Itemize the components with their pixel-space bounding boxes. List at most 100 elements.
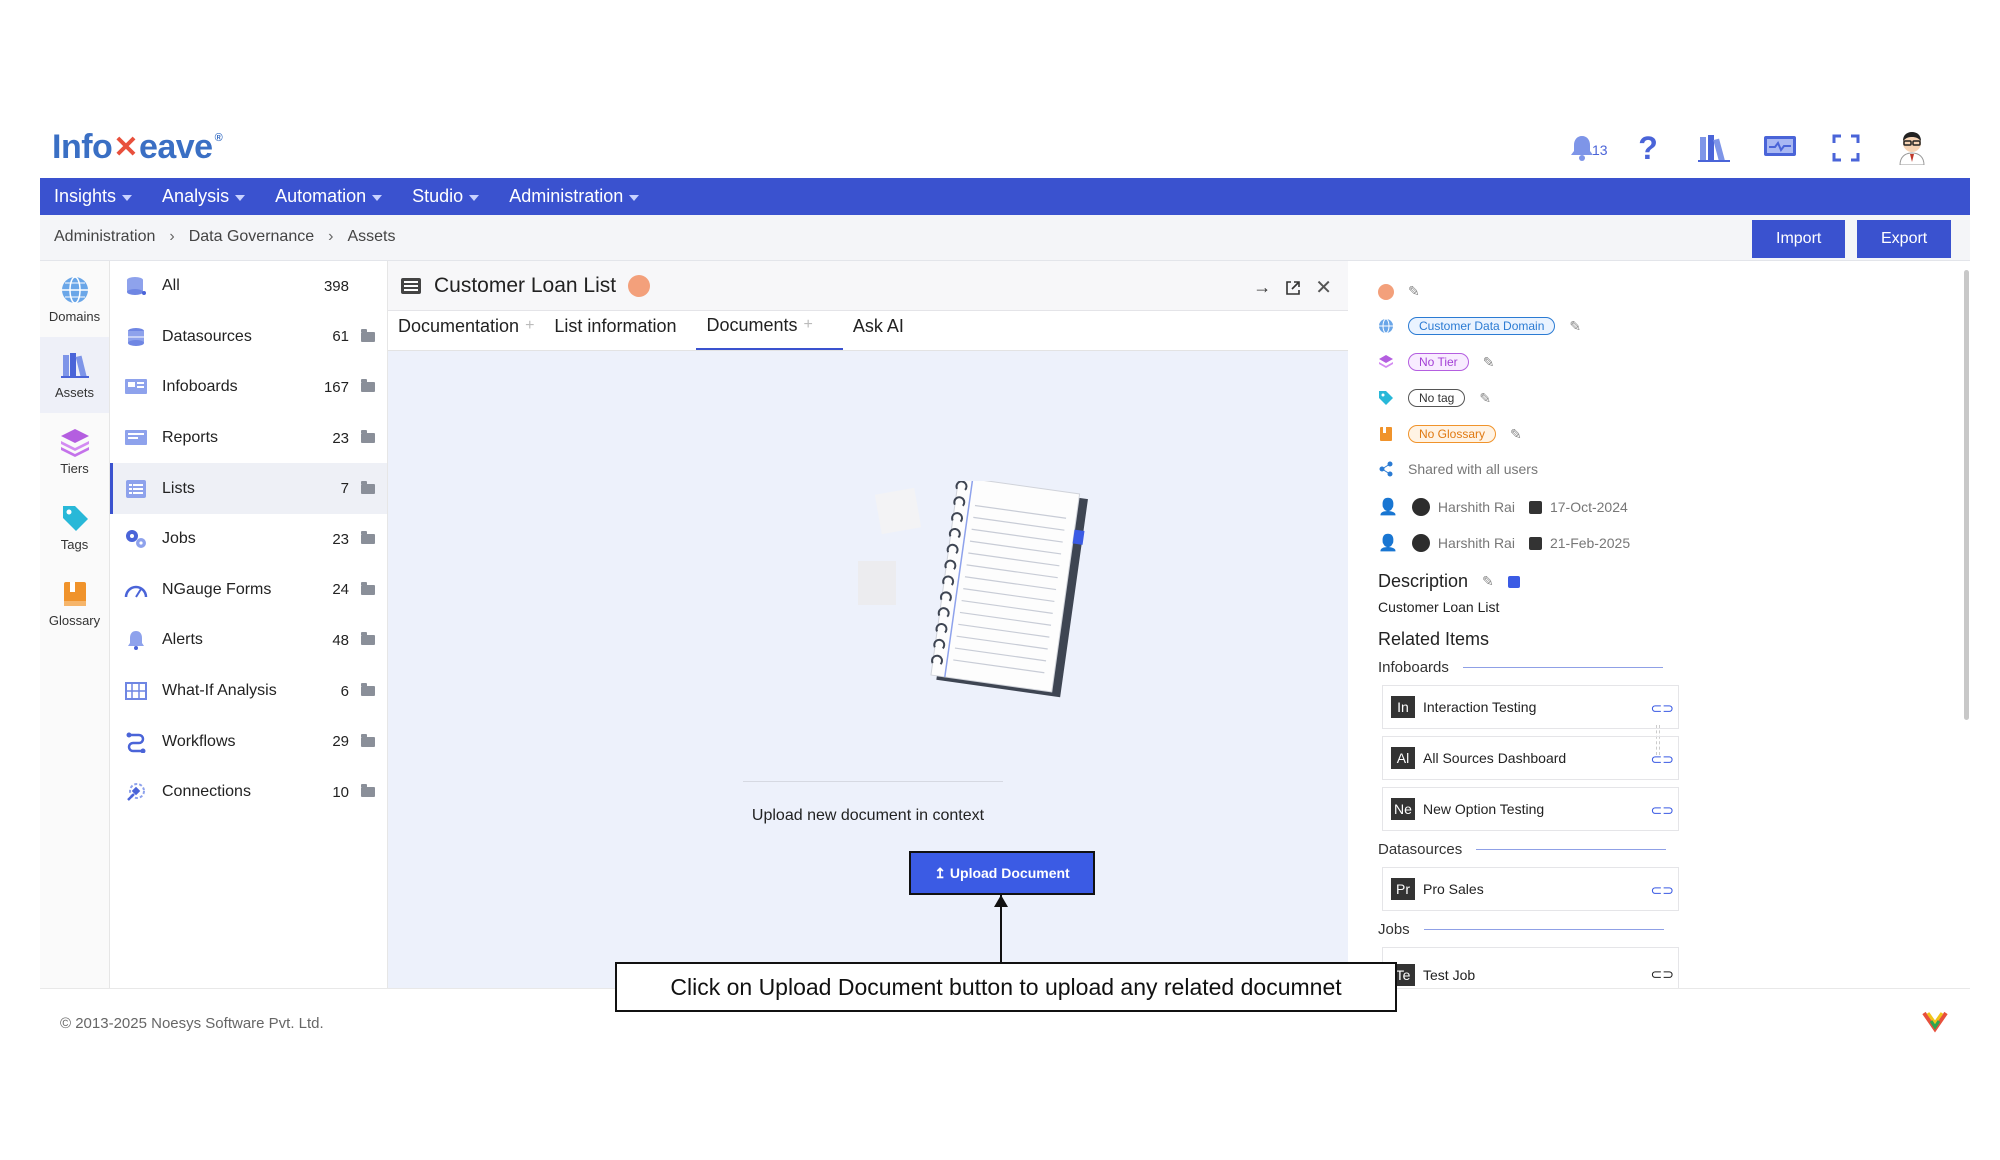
folder-icon[interactable]: [361, 379, 375, 393]
tag-chip[interactable]: No tag: [1408, 389, 1466, 407]
link-icon[interactable]: ⊂⊃: [1651, 751, 1674, 768]
folder-icon[interactable]: [361, 581, 375, 595]
folder-icon[interactable]: [361, 328, 375, 342]
asset-workflows[interactable]: Workflows 29: [110, 716, 387, 767]
asset-tabs: Documentation + List information Document…: [388, 311, 1348, 351]
related-item[interactable]: Te Test Job ⊂⊃: [1382, 947, 1679, 988]
item-abbr: Al: [1391, 747, 1415, 769]
folder-icon[interactable]: [361, 531, 375, 545]
tab-list-information[interactable]: List information: [554, 310, 686, 350]
infoveave-mark-icon: [1922, 1011, 1948, 1033]
related-item[interactable]: Pr Pro Sales ⊂⊃: [1382, 867, 1679, 911]
edit-status-pencil-icon[interactable]: ✎: [1408, 283, 1420, 300]
database-icon: [127, 277, 146, 296]
folder-icon[interactable]: [361, 733, 375, 747]
rail-tags[interactable]: Tags: [40, 489, 109, 565]
asset-infoboards[interactable]: Infoboards 167: [110, 362, 387, 413]
nav-studio[interactable]: Studio: [412, 186, 480, 207]
asset-reports[interactable]: Reports 23: [110, 413, 387, 464]
import-button[interactable]: Import: [1752, 220, 1846, 258]
edit-glossary-pencil-icon[interactable]: ✎: [1510, 426, 1522, 443]
tier-row: No Tier ✎: [1378, 353, 1494, 371]
breadcrumb-data-governance[interactable]: Data Governance: [189, 228, 314, 246]
caret-down-icon: [235, 194, 246, 201]
external-link-icon[interactable]: [1285, 280, 1301, 296]
tab-ask-ai[interactable]: Ask AI: [853, 310, 914, 350]
fullscreen-button[interactable]: [1828, 130, 1864, 166]
notification-button[interactable]: 13: [1564, 130, 1608, 166]
edit-tag-pencil-icon[interactable]: ✎: [1479, 390, 1491, 407]
user-avatar[interactable]: [1894, 130, 1930, 166]
app-root: Info ✕ eave ® 13 ? Insights Analysis Aut…: [40, 120, 1970, 1040]
modified-on: 21-Feb-2025: [1549, 535, 1631, 551]
breadcrumb-administration[interactable]: Administration: [54, 228, 155, 246]
related-item[interactable]: Ne New Option Testing ⊂⊃: [1382, 787, 1679, 831]
group-label: Infoboards: [1378, 659, 1449, 676]
asset-count: 24: [332, 581, 349, 599]
modified-row: 👤 Harshith Rai 21-Feb-2025: [1378, 533, 1630, 553]
folder-icon[interactable]: [361, 784, 375, 798]
link-icon[interactable]: ⊂⊃: [1651, 700, 1674, 717]
notification-count: 13: [1592, 142, 1608, 158]
arrow-right-icon[interactable]: →: [1253, 277, 1271, 298]
export-button[interactable]: Export: [1857, 220, 1952, 258]
edit-description-pencil-icon[interactable]: ✎: [1482, 573, 1494, 590]
status-badge: [628, 274, 651, 297]
nav-insights[interactable]: Insights: [54, 186, 133, 207]
help-button[interactable]: ?: [1630, 130, 1666, 166]
asset-what-if-analysis[interactable]: What-If Analysis 6: [110, 666, 387, 717]
related-item[interactable]: In Interaction Testing ⊂⊃: [1382, 685, 1679, 729]
related-infoboards-heading: Infoboards: [1378, 659, 1663, 676]
asset-all[interactable]: All 398: [110, 261, 387, 312]
header: Info ✕ eave ® 13 ?: [40, 120, 1970, 178]
rail-glossary[interactable]: Glossary: [40, 565, 109, 641]
upload-document-button[interactable]: ↥ Upload Document: [909, 851, 1095, 895]
caret-down-icon: [372, 194, 383, 201]
folder-icon[interactable]: [361, 480, 375, 494]
glossary-chip[interactable]: No Glossary: [1408, 425, 1497, 443]
edit-tier-pencil-icon[interactable]: ✎: [1483, 354, 1495, 371]
nav-analysis[interactable]: Analysis: [162, 186, 246, 207]
user-add-icon: 👤: [1378, 499, 1398, 516]
related-items-title: Related Items: [1378, 629, 1490, 649]
close-icon[interactable]: ✕: [1315, 275, 1332, 300]
asset-connections[interactable]: Connections 10: [110, 767, 387, 818]
link-icon[interactable]: ⊂⊃: [1651, 966, 1674, 983]
folder-icon[interactable]: [361, 683, 375, 697]
asset-jobs[interactable]: Jobs 23: [110, 514, 387, 565]
tag-row: No tag ✎: [1378, 389, 1491, 407]
asset-ngauge-forms[interactable]: NGauge Forms 24: [110, 565, 387, 616]
infoveave-logo[interactable]: Info ✕ eave ®: [52, 128, 223, 167]
properties-scrollbar[interactable]: [1964, 270, 1969, 720]
link-icon[interactable]: ⊂⊃: [1651, 882, 1674, 899]
monitor-button[interactable]: [1762, 130, 1798, 166]
domain-chip[interactable]: Customer Data Domain: [1408, 317, 1556, 335]
edit-domain-pencil-icon[interactable]: ✎: [1569, 318, 1581, 335]
tab-documentation[interactable]: Documentation +: [398, 310, 544, 350]
related-item[interactable]: Al All Sources Dashboard ⊂⊃: [1382, 736, 1679, 780]
rail-domains[interactable]: Domains: [40, 261, 109, 337]
folder-icon[interactable]: [361, 632, 375, 646]
asset-datasources[interactable]: Datasources 61: [110, 312, 387, 363]
folder-icon[interactable]: [361, 430, 375, 444]
nav-automation[interactable]: Automation: [275, 186, 383, 207]
rail-tiers[interactable]: Tiers: [40, 413, 109, 489]
tab-label: List information: [554, 315, 677, 336]
rail-assets[interactable]: Assets: [40, 337, 109, 413]
ai-icon[interactable]: [1507, 575, 1520, 588]
nav-label: Automation: [275, 186, 367, 206]
library-button[interactable]: [1696, 130, 1732, 166]
bell-icon: [128, 631, 144, 651]
nav-administration[interactable]: Administration: [509, 186, 640, 207]
asset-title: Customer Loan List: [434, 273, 617, 297]
asset-type-list: All 398 Datasources 61 Infoboards 167 Re…: [110, 261, 388, 988]
copyright: © 2013-2025 Noesys Software Pvt. Ltd.: [60, 1015, 324, 1032]
link-icon[interactable]: ⊂⊃: [1651, 802, 1674, 819]
asset-lists[interactable]: Lists 7: [110, 463, 387, 514]
tier-chip[interactable]: No Tier: [1408, 353, 1469, 371]
dashboard-icon: [125, 379, 147, 395]
plus-icon: +: [525, 317, 535, 334]
asset-alerts[interactable]: Alerts 48: [110, 615, 387, 666]
tab-documents[interactable]: Documents +: [696, 310, 843, 350]
asset-count: 29: [332, 733, 349, 751]
